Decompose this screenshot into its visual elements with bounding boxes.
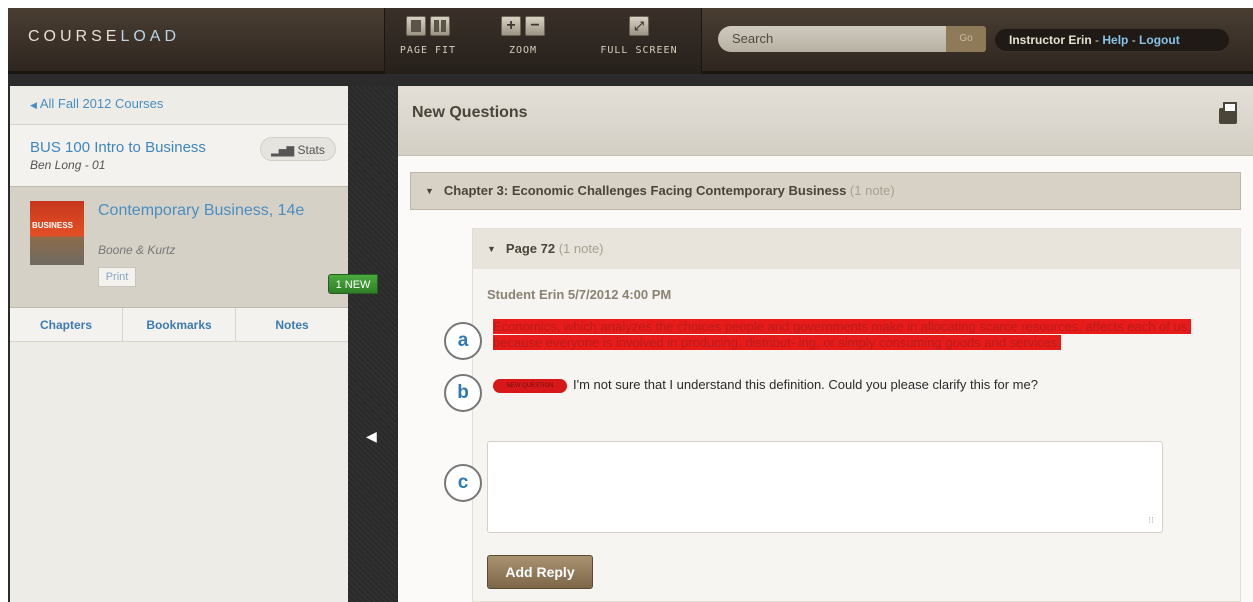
logo-text-course: COURSE — [28, 28, 121, 45]
full-screen-label: FULL SCREEN — [600, 45, 678, 56]
back-link-label: All Fall 2012 Courses — [39, 96, 164, 111]
separator: - — [1091, 33, 1103, 47]
page-fit-tool: PAGE FIT — [399, 16, 457, 56]
separator: - — [1128, 33, 1140, 47]
full-screen-icon[interactable]: ⤢ — [629, 16, 649, 36]
zoom-label: ZOOM — [508, 45, 538, 56]
callout-marker-a: a — [444, 322, 482, 360]
user-menu: Instructor Erin - Help - Logout — [994, 28, 1230, 52]
main-panel: New Questions ▼ Chapter 3: Economic Chall… — [398, 86, 1253, 602]
page-group-header[interactable]: ▼ Page 72 (1 note) — [473, 229, 1240, 269]
back-to-courses-link[interactable]: ◀ All Fall 2012 Courses — [30, 96, 163, 111]
page-fit-label: PAGE FIT — [399, 45, 457, 56]
new-notes-badge[interactable]: 1 NEW — [328, 274, 378, 294]
resize-grip-icon[interactable]: ⁝⁝ — [1148, 515, 1154, 526]
caret-down-icon: ▼ — [425, 186, 434, 196]
user-name: Instructor Erin — [1009, 33, 1092, 47]
note-author-timestamp: Student Erin 5/7/2012 4:00 PM — [487, 287, 672, 302]
book-cover-image[interactable]: BUSINESS — [30, 201, 84, 265]
left-tabs: Chapters Bookmarks Notes — [10, 308, 348, 342]
page-note-group: ▼ Page 72 (1 note) Student Erin 5/7/2012 … — [472, 228, 1241, 602]
page-note-count: (1 note) — [558, 241, 604, 256]
highlighted-passage: Economics, which analyzes the choices pe… — [493, 319, 1205, 351]
print-button[interactable]: Print — [98, 267, 136, 287]
page-label: Page 72 — [505, 241, 556, 256]
book-title[interactable]: Contemporary Business, 14e — [98, 201, 318, 220]
zoom-out-button[interactable]: − — [525, 16, 545, 36]
course-title[interactable]: BUS 100 Intro to Business — [30, 139, 206, 156]
book-cover-text: BUSINESS — [32, 221, 73, 230]
chevron-left-icon: ◀ — [30, 100, 37, 110]
callout-marker-c: c — [444, 464, 482, 502]
zoom-in-button[interactable]: + — [501, 16, 521, 36]
main-header: New Questions — [398, 86, 1253, 156]
bar-chart-icon: ▂▅▇ — [271, 146, 295, 157]
help-link[interactable]: Help — [1102, 33, 1128, 47]
course-card: BUS 100 Intro to Business Ben Long - 01 … — [10, 124, 348, 186]
course-instructor: Ben Long - 01 — [30, 158, 106, 172]
printer-icon[interactable] — [1219, 102, 1237, 124]
caret-down-icon: ▼ — [487, 244, 496, 254]
stats-button[interactable]: ▂▅▇ Stats — [260, 137, 336, 161]
search-input[interactable]: Search — [718, 26, 946, 52]
question-text: I'm not sure that I understand this defi… — [573, 377, 1038, 392]
chapter-note-count: (1 note) — [849, 183, 895, 198]
reply-textarea[interactable]: ⁝⁝ — [487, 441, 1163, 533]
tab-notes[interactable]: Notes — [236, 308, 348, 341]
left-panel: ◀ All Fall 2012 Courses BUS 100 Intro to… — [10, 86, 348, 602]
callout-marker-b: b — [444, 374, 482, 412]
top-bar: COURSELOAD PAGE FIT + − ZOOM ⤢ FULL SCRE… — [8, 8, 1253, 74]
app-frame: COURSELOAD PAGE FIT + − ZOOM ⤢ FULL SCRE… — [8, 8, 1253, 602]
tab-chapters[interactable]: Chapters — [10, 308, 123, 341]
new-question-badge: NEW QUESTION — [493, 378, 567, 393]
book-authors: Boone & Kurtz — [98, 243, 176, 257]
tab-bookmarks[interactable]: Bookmarks — [123, 308, 236, 341]
book-card: BUSINESS Contemporary Business, 14e Boon… — [10, 186, 348, 308]
highlight-text: Economics, which analyzes the choices pe… — [493, 319, 1191, 350]
double-page-icon[interactable] — [430, 16, 450, 36]
courseload-logo[interactable]: COURSELOAD — [28, 28, 180, 46]
add-reply-button[interactable]: Add Reply — [487, 555, 593, 589]
zoom-tool: + − ZOOM — [493, 16, 553, 56]
logo-text-load: LOAD — [120, 28, 181, 45]
stats-label: Stats — [297, 143, 325, 157]
panel-divider — [348, 86, 396, 602]
student-question: NEW QUESTION I'm not sure that I understa… — [493, 377, 1038, 393]
search-go-button[interactable]: Go — [946, 26, 986, 52]
collapse-panel-icon[interactable]: ◀ — [366, 428, 380, 448]
logout-link[interactable]: Logout — [1139, 33, 1180, 47]
chapter-group-header[interactable]: ▼ Chapter 3: Economic Challenges Facing C… — [410, 172, 1241, 210]
chapter-title: Chapter 3: Economic Challenges Facing Co… — [443, 183, 847, 198]
full-screen-tool: ⤢ FULL SCREEN — [589, 16, 689, 56]
reader-toolbar: PAGE FIT + − ZOOM ⤢ FULL SCREEN — [384, 8, 702, 74]
single-page-icon[interactable] — [406, 16, 426, 36]
page-title: New Questions — [412, 104, 528, 121]
